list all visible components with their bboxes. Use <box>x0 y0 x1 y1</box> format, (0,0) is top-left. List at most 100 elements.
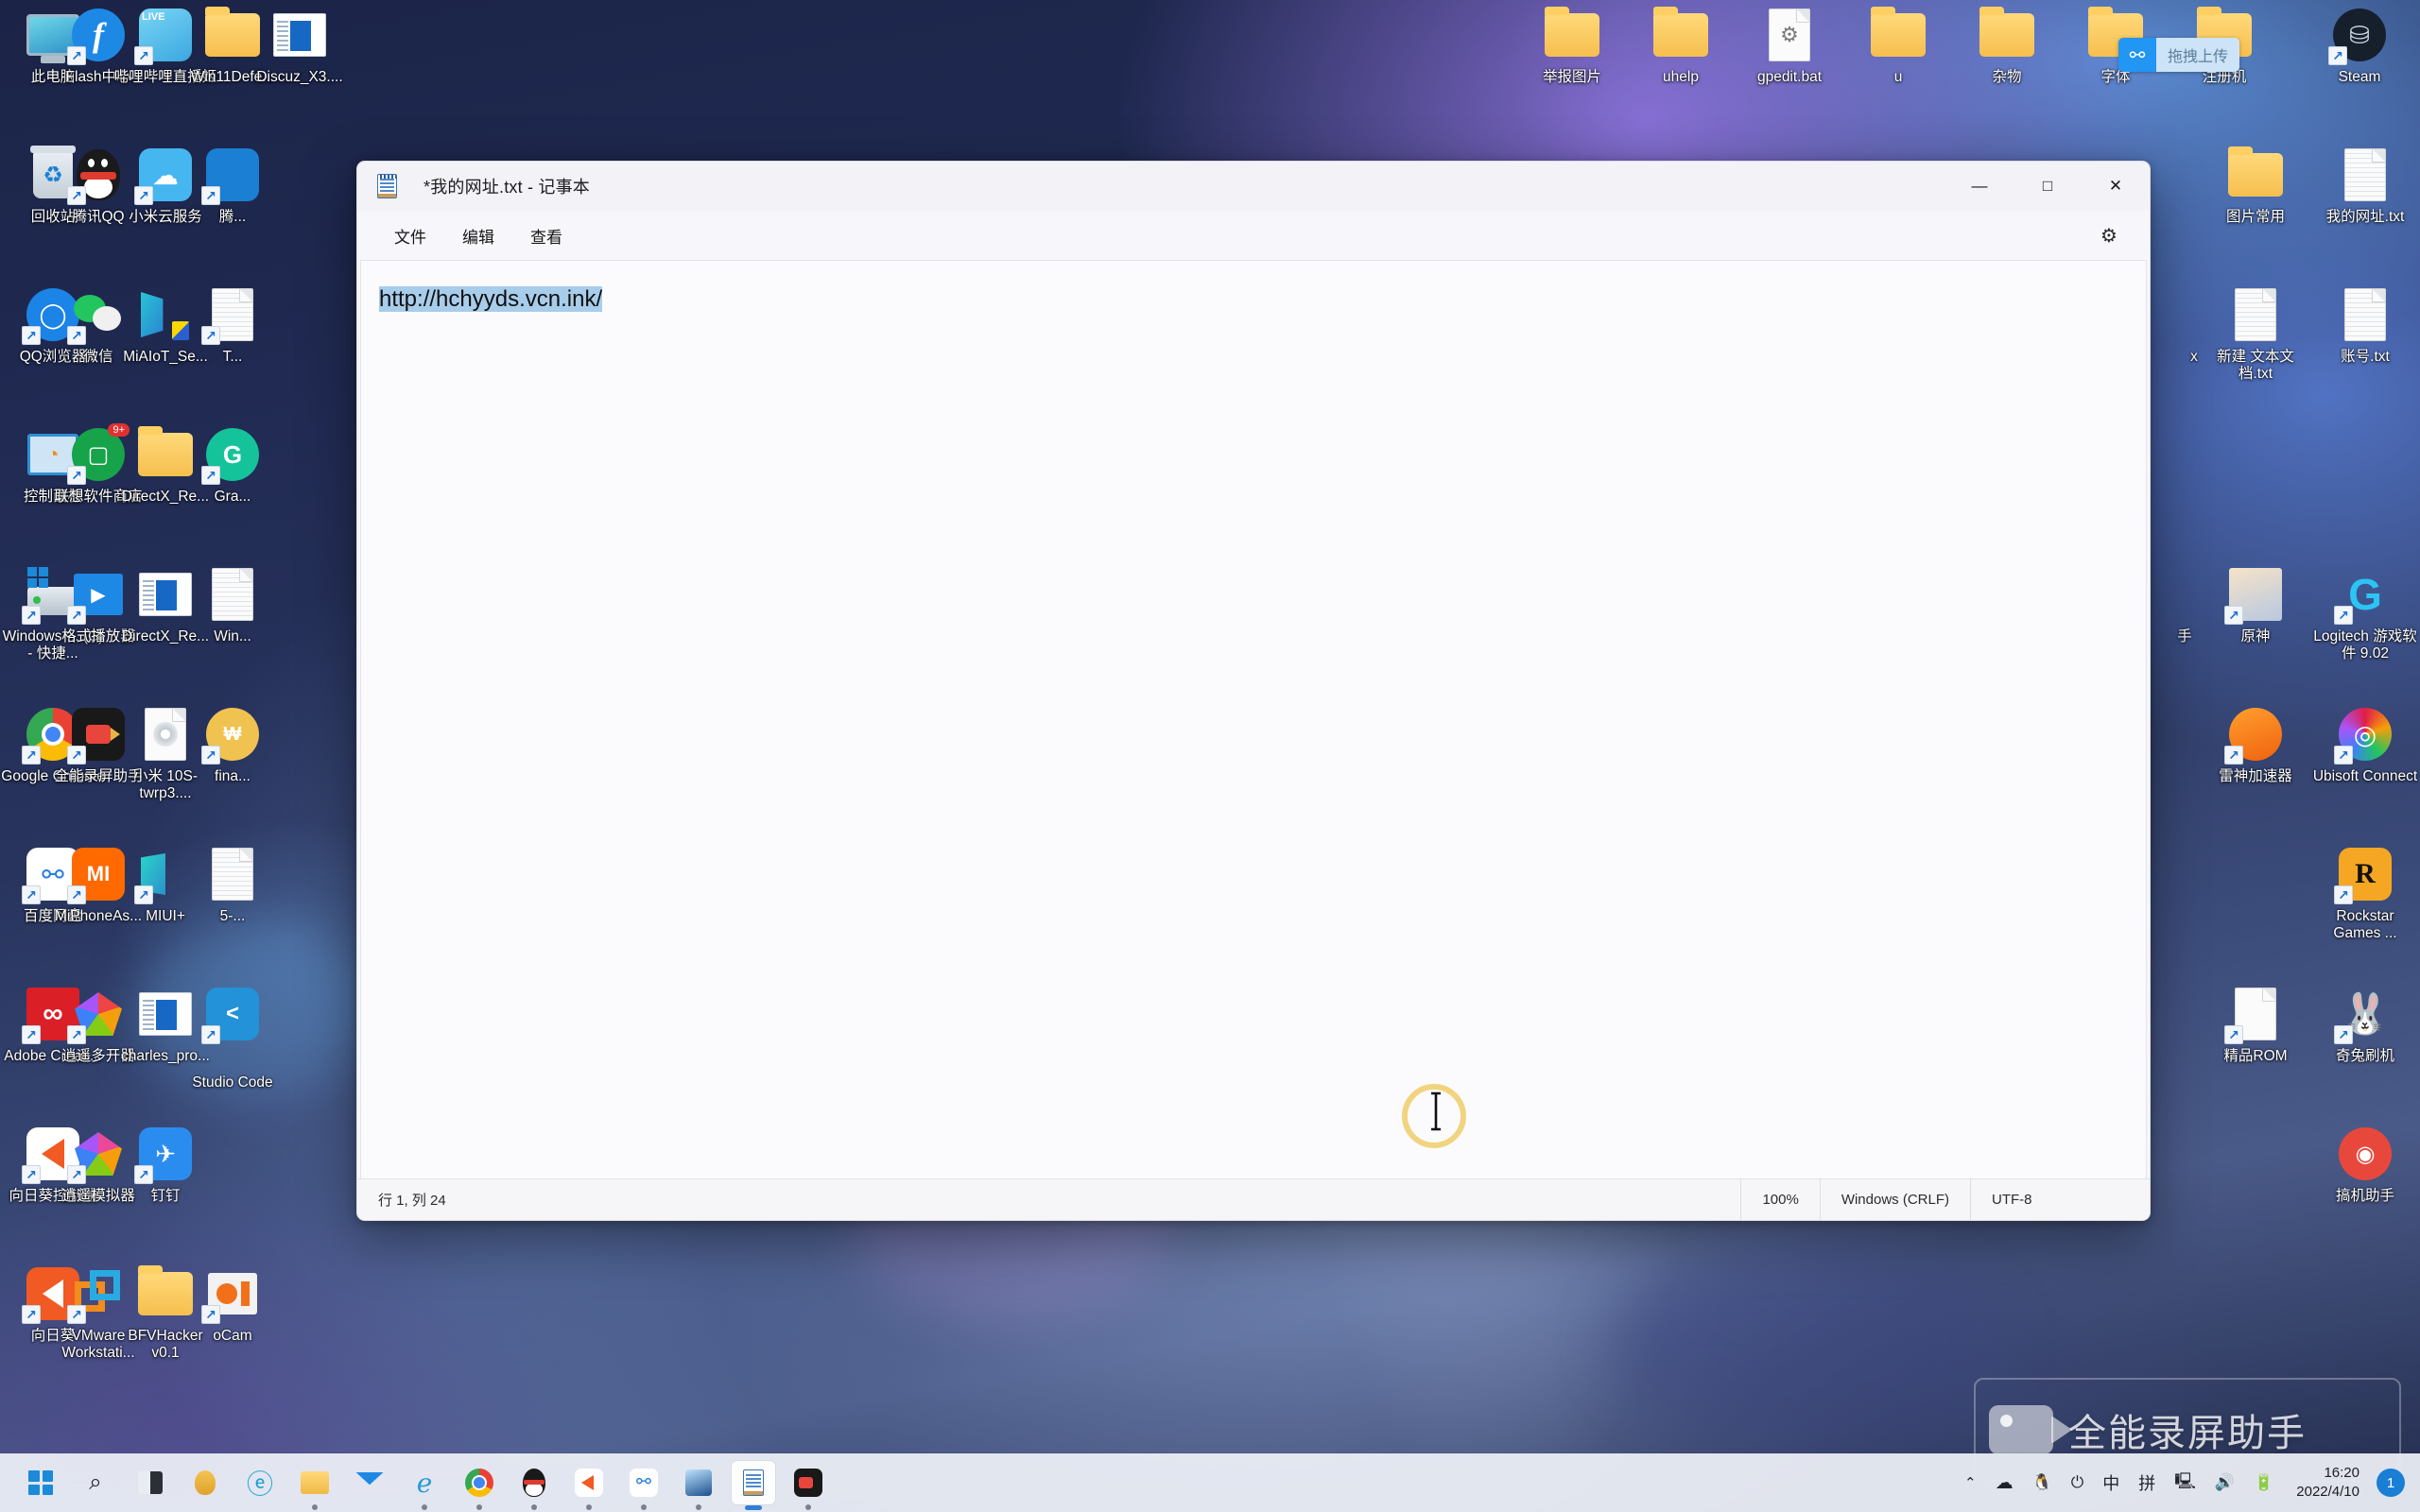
maximize-button[interactable]: □ <box>2014 162 2082 211</box>
desktop-icon-file-5[interactable]: 5-... <box>180 845 285 925</box>
status-zoom-level[interactable]: 100% <box>1740 1178 1819 1220</box>
task-view-icon <box>138 1471 163 1494</box>
file-icon <box>203 845 262 903</box>
status-cursor-position: 行 1, 列 24 <box>378 1193 446 1209</box>
menu-view[interactable]: 查看 <box>516 217 577 254</box>
notepad-titlebar[interactable]: *我的网址.txt - 记事本 — □ ✕ <box>357 162 2150 211</box>
desktop-icon-label: Gra... <box>214 489 251 505</box>
notepad-text-area[interactable]: http://hchyyds.vcn.ink/ <box>360 260 2147 1178</box>
photos-button[interactable] <box>677 1461 720 1510</box>
desktop-icon-u[interactable]: u <box>1845 6 1951 86</box>
menu-edit[interactable]: 编辑 <box>448 217 509 254</box>
minimize-button[interactable]: — <box>1945 162 2014 211</box>
baidu-netdisk-button[interactable]: ⚯ <box>622 1461 666 1510</box>
search-icon: ⌕ <box>89 1469 102 1495</box>
qq-button[interactable] <box>512 1461 556 1510</box>
notepad-text-content: http://hchyyds.vcn.ink/ <box>379 286 603 313</box>
desktop-icon-new-text-doc[interactable]: 新建 文本文档.txt <box>2203 285 2308 383</box>
ime-pinyin-indicator[interactable]: 拼 <box>2129 1461 2165 1504</box>
desktop-icon-label: 原神 <box>2240 628 2271 644</box>
desktop-icon-grammarly[interactable]: G Gra... <box>180 425 285 506</box>
show-hidden-icons-button[interactable]: ⌃ <box>1955 1461 1986 1504</box>
selected-text: http://hchyyds.vcn.ink/ <box>379 286 603 312</box>
desktop-icon-label: 雷神加速器 <box>2219 768 2292 784</box>
clock-date: 2022/4/10 <box>2296 1484 2360 1500</box>
running-indicator <box>531 1504 537 1510</box>
running-indicator <box>312 1504 318 1510</box>
mail-button[interactable] <box>348 1461 391 1504</box>
window-controls: — □ ✕ <box>1945 162 2150 211</box>
status-encoding[interactable]: UTF-8 <box>1970 1178 2150 1220</box>
network-icon[interactable]: 🖳 <box>2165 1461 2205 1504</box>
desktop-icon-label: Logitech 游戏软件 9.02 <box>2313 628 2417 662</box>
desktop-icon-report-images[interactable]: 举报图片 <box>1519 6 1625 86</box>
text-file-icon <box>2226 285 2285 344</box>
desktop-icon-logitech[interactable]: G Logitech 游戏软件 9.02 <box>2312 565 2418 662</box>
desktop-icon-steam[interactable]: ⛁ Steam <box>2307 6 2412 86</box>
sunlogin-button[interactable] <box>567 1461 611 1510</box>
menu-file[interactable]: 文件 <box>380 217 441 254</box>
desktop-icon-tencent[interactable]: 腾... <box>180 146 285 226</box>
battery-icon[interactable]: 🔋 <box>2244 1461 2283 1504</box>
desktop-icon-genshin-impact[interactable]: 原神 <box>2203 565 2308 645</box>
desktop-icon-rockstar-games[interactable]: R Rockstar Games ... <box>2312 845 2418 942</box>
desktop-icon-discuz[interactable]: Discuz_X3.... <box>247 6 353 86</box>
notepad-button[interactable] <box>732 1461 775 1510</box>
close-button[interactable]: ✕ <box>2082 162 2150 211</box>
desktop-icon-gaoji-assistant[interactable]: ◉ 搞机助手 <box>2312 1125 2418 1205</box>
shortcut-overlay-icon <box>67 46 86 65</box>
widgets-button[interactable] <box>183 1461 227 1504</box>
desktop-icon-uhelp[interactable]: uhelp <box>1628 6 1734 86</box>
desktop-icon-gpedit-bat[interactable]: ⚙ gpedit.bat <box>1737 6 1842 86</box>
screen-recorder-button[interactable] <box>786 1461 830 1510</box>
task-view-button[interactable] <box>129 1461 172 1504</box>
desktop-icon-misc[interactable]: 杂物 <box>1954 6 2060 86</box>
microphone-icon[interactable]: ⏻ <box>2062 1461 2093 1504</box>
genshin-impact-icon <box>2224 565 2285 625</box>
desktop-icon-label: u <box>1893 69 1903 85</box>
chrome-button[interactable] <box>458 1461 501 1510</box>
desktop-icon-dingtalk[interactable]: ✈ 钉钉 <box>112 1125 218 1205</box>
file-explorer-button[interactable] <box>293 1461 337 1510</box>
desktop-icon-ocam[interactable]: oCam <box>180 1264 285 1345</box>
desktop-icon-finance[interactable]: ₩ fina... <box>180 705 285 785</box>
clock[interactable]: 16:20 2022/4/10 <box>2283 1464 2371 1502</box>
running-indicator <box>422 1504 427 1510</box>
cloud-icon[interactable]: ☁ <box>1986 1461 2023 1504</box>
edge-button[interactable]: ⓔ <box>238 1461 282 1504</box>
desktop-icon-tool[interactable]: T... <box>180 285 285 366</box>
shortcut-overlay-icon <box>2334 606 2353 625</box>
running-indicator <box>641 1504 647 1510</box>
desktop-icon-pictures-common[interactable]: 图片常用 <box>2203 146 2308 226</box>
desktop-icon-qitu-flash[interactable]: 🐰 奇兔刷机 <box>2312 985 2418 1065</box>
search-button[interactable]: ⌕ <box>74 1461 117 1504</box>
desktop-icon-label: 我的网址.txt <box>2325 209 2405 225</box>
running-indicator <box>586 1504 592 1510</box>
shortcut-overlay-icon <box>201 1025 220 1044</box>
shortcut-overlay-icon <box>201 746 220 765</box>
notification-badge[interactable]: 1 <box>2377 1469 2405 1497</box>
notepad-window[interactable]: *我的网址.txt - 记事本 — □ ✕ 文件 编辑 查看 ⚙ http://… <box>356 161 2151 1221</box>
gear-icon[interactable]: ⚙ <box>2093 219 2125 251</box>
desktop-icon-vscode[interactable]: < Studio Code <box>180 985 285 1091</box>
desktop-icon-label: 账号.txt <box>2341 349 2390 365</box>
sunlogin-icon <box>575 1469 603 1497</box>
desktop-icon-my-url-txt[interactable]: 我的网址.txt <box>2312 146 2418 226</box>
desktop-icon-ubisoft-connect[interactable]: ◎ Ubisoft Connect <box>2312 705 2418 785</box>
shortcut-overlay-icon <box>201 1305 220 1324</box>
start-button[interactable] <box>19 1461 62 1504</box>
drag-upload-badge[interactable]: ⚯ 拖拽上传 <box>2118 38 2240 72</box>
status-line-ending[interactable]: Windows (CRLF) <box>1819 1178 1970 1220</box>
folder-icon <box>1543 6 1601 64</box>
chrome-icon <box>465 1469 493 1497</box>
desktop-icon-winrar-file[interactable]: Win... <box>180 565 285 645</box>
qq-tray-icon[interactable]: 🐧 <box>2023 1461 2062 1504</box>
desktop-icon-leishen-accelerator[interactable]: 雷神加速器 <box>2203 705 2308 785</box>
ime-mode-indicator[interactable]: 中 <box>2093 1461 2129 1504</box>
edge-legacy-button[interactable]: ℯ <box>403 1461 446 1510</box>
desktop-icon-account-txt[interactable]: 账号.txt <box>2312 285 2418 366</box>
speaker-icon[interactable]: 🔊 <box>2205 1461 2244 1504</box>
window-title: *我的网址.txt - 记事本 <box>424 178 591 197</box>
desktop-icon-rom-collection[interactable]: 精品ROM <box>2203 985 2308 1065</box>
desktop-icon-label: gpedit.bat <box>1756 69 1823 85</box>
